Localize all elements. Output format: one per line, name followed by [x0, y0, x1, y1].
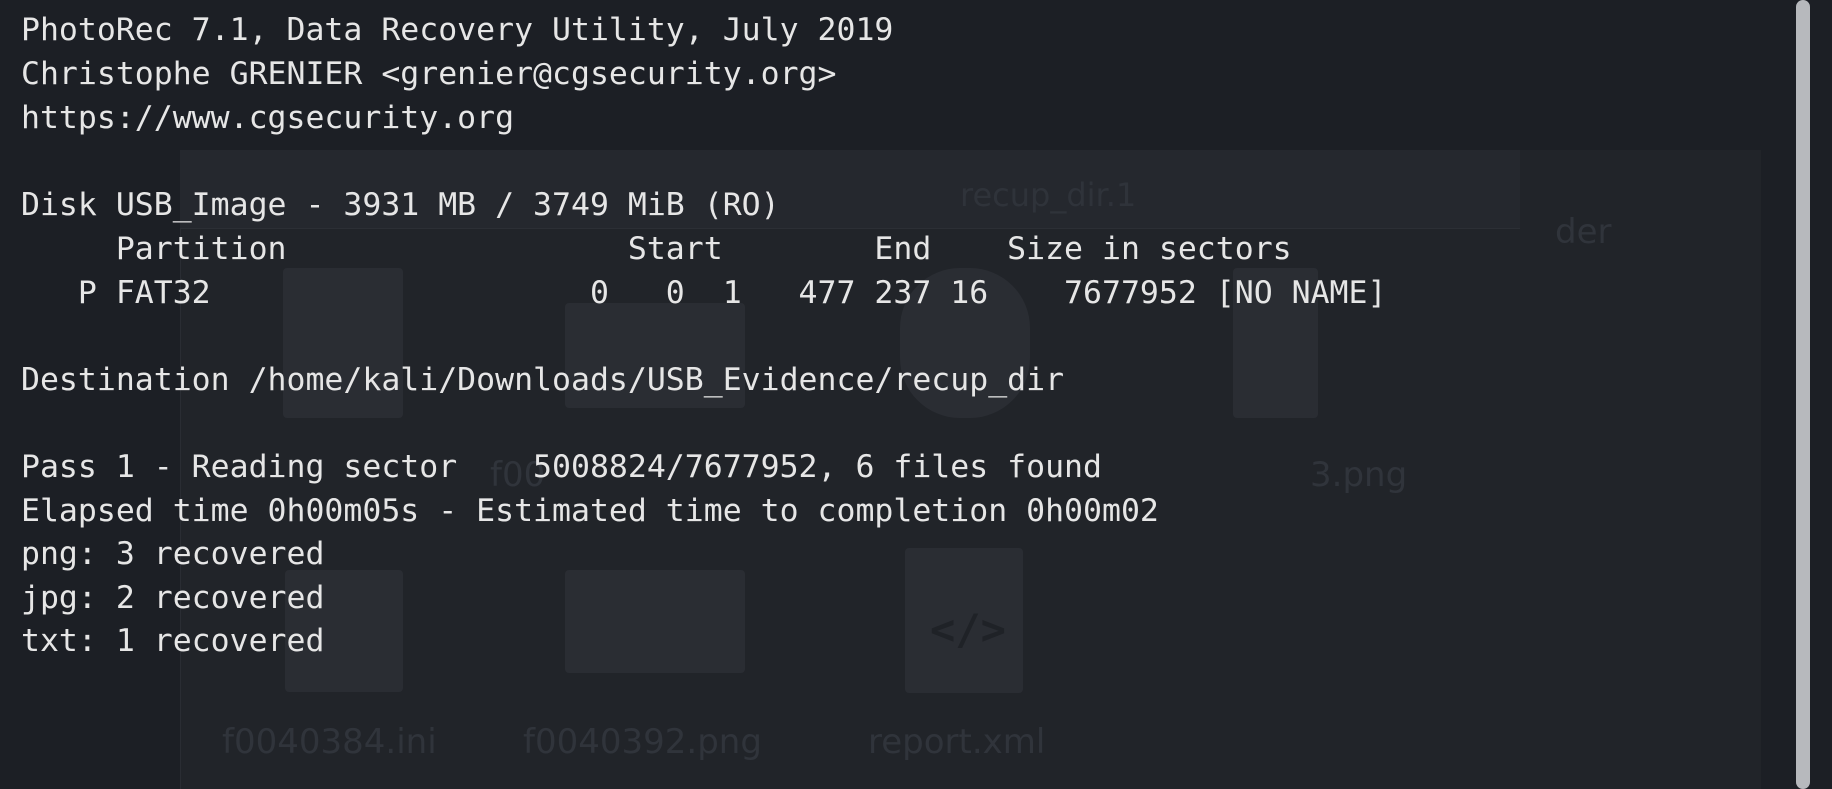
- scrollbar-track[interactable]: [1782, 0, 1832, 789]
- recovered-png-line: png: 3 recovered: [21, 536, 325, 572]
- recovered-jpg-line: jpg: 2 recovered: [21, 580, 325, 616]
- recovered-txt-line: txt: 1 recovered: [21, 623, 325, 659]
- terminal-output[interactable]: PhotoRec 7.1, Data Recovery Utility, Jul…: [0, 0, 1832, 789]
- pass-progress-line: Pass 1 - Reading sector 5008824/7677952,…: [21, 449, 1102, 485]
- partition-columns-line: Partition Start End Size in sectors: [21, 231, 1292, 267]
- destination-line: Destination /home/kali/Downloads/USB_Evi…: [21, 362, 1065, 398]
- disk-info-line: Disk USB_Image - 3931 MB / 3749 MiB (RO): [21, 187, 780, 223]
- author-line: Christophe GRENIER <grenier@cgsecurity.o…: [21, 56, 837, 92]
- elapsed-time-line: Elapsed time 0h00m05s - Estimated time t…: [21, 493, 1159, 529]
- photorec-title-line: PhotoRec 7.1, Data Recovery Utility, Jul…: [21, 12, 894, 48]
- url-line: https://www.cgsecurity.org: [21, 100, 515, 136]
- partition-row: P FAT32 0 0 1 477 237 16 7677952 [NO NAM…: [21, 275, 1387, 311]
- screen: recup_dir.1 der f00 3.png </> f0040384.i…: [0, 0, 1832, 789]
- scrollbar-thumb[interactable]: [1796, 0, 1810, 789]
